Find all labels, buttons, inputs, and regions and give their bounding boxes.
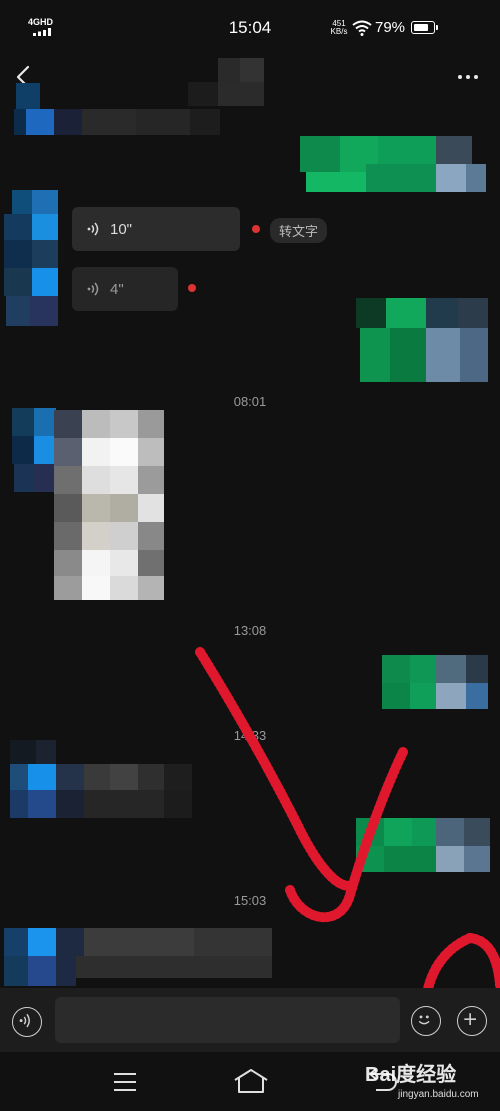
watermark-logo: Bai度经验 (365, 1064, 457, 1086)
emoji-icon[interactable] (411, 1006, 441, 1036)
voice-input-icon[interactable] (12, 1007, 42, 1037)
plus-icon[interactable] (457, 1006, 487, 1036)
message-input[interactable] (55, 997, 400, 1043)
red-arrow-annotation (195, 647, 500, 1070)
watermark-url: jingyan.baidu.com (398, 1089, 479, 1100)
menu-icon[interactable] (113, 1072, 137, 1092)
home-icon[interactable] (233, 1068, 269, 1094)
